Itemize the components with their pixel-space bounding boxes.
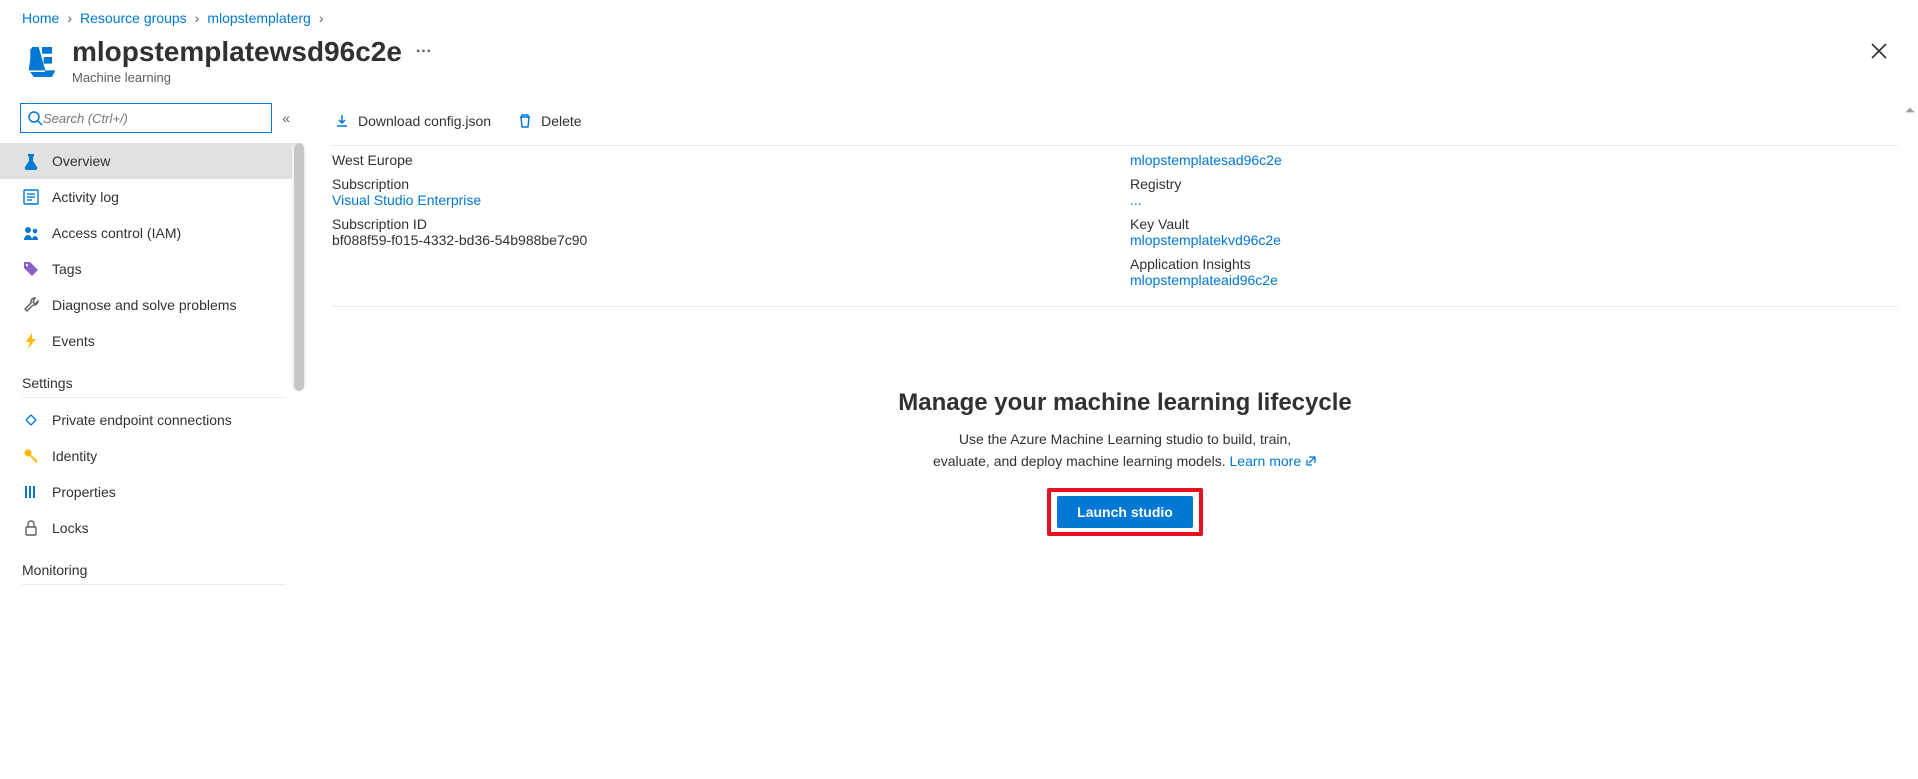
log-icon	[22, 188, 40, 206]
tag-icon	[22, 260, 40, 278]
promo-title: Manage your machine learning lifecycle	[332, 389, 1918, 417]
external-link-icon	[1305, 455, 1317, 467]
search-input[interactable]	[43, 111, 265, 126]
registry-link[interactable]: ...	[1130, 192, 1142, 208]
sidebar-item-label: Diagnose and solve problems	[52, 297, 236, 313]
launch-studio-promo: Manage your machine learning lifecycle U…	[332, 389, 1918, 536]
sidebar-heading-settings: Settings	[22, 375, 286, 398]
appinsights-link[interactable]: mlopstemplateaid96c2e	[1130, 272, 1278, 288]
properties-icon	[22, 483, 40, 501]
sidebar-item-label: Access control (IAM)	[52, 225, 181, 241]
endpoint-icon	[22, 411, 40, 429]
trash-icon	[517, 113, 533, 129]
download-config-button[interactable]: Download config.json	[332, 109, 493, 133]
toolbar-label: Delete	[541, 113, 581, 129]
sidebar-item-access-control[interactable]: Access control (IAM)	[0, 215, 302, 251]
breadcrumb: Home › Resource groups › mlopstemplaterg…	[0, 0, 1918, 32]
close-icon	[1870, 42, 1888, 60]
toolbar: Download config.json Delete	[332, 103, 1918, 145]
search-input-wrap[interactable]	[20, 103, 272, 133]
more-icon[interactable]: ···	[416, 43, 432, 61]
keyvault-label: Key Vault	[1130, 216, 1918, 232]
toolbar-label: Download config.json	[358, 113, 491, 129]
storage-link[interactable]: mlopstemplatesad96c2e	[1130, 152, 1282, 168]
page-title: mlopstemplatewsd96c2e	[72, 36, 402, 68]
learn-more-label: Learn more	[1230, 453, 1302, 469]
sidebar-item-label: Activity log	[52, 189, 119, 205]
sidebar-item-activity-log[interactable]: Activity log	[0, 179, 302, 215]
appinsights-label: Application Insights	[1130, 256, 1918, 272]
sidebar-item-properties[interactable]: Properties	[0, 474, 302, 510]
chevron-double-left-icon: «	[282, 110, 290, 126]
sidebar-item-label: Locks	[52, 520, 89, 536]
launch-studio-highlight: Launch studio	[1047, 488, 1203, 536]
sidebar: « Overview Activity log Access control (…	[0, 103, 302, 589]
resource-header: mlopstemplatewsd96c2e ··· Machine learni…	[0, 32, 1918, 103]
chevron-right-icon: ›	[319, 10, 324, 26]
sidebar-item-diagnose[interactable]: Diagnose and solve problems	[0, 287, 302, 323]
sidebar-item-private-endpoint[interactable]: Private endpoint connections	[0, 402, 302, 438]
sidebar-item-label: Events	[52, 333, 95, 349]
content-scroll-up[interactable]	[1904, 103, 1916, 115]
chevron-right-icon: ›	[67, 10, 72, 26]
collapse-sidebar-button[interactable]: «	[282, 110, 290, 126]
subscription-id-label: Subscription ID	[332, 216, 1120, 232]
sidebar-item-label: Overview	[52, 153, 110, 169]
essentials-panel: West Europe Subscription Visual Studio E…	[332, 146, 1918, 306]
people-icon	[22, 224, 40, 242]
subscription-label: Subscription	[332, 176, 1120, 192]
flask-icon	[22, 152, 40, 170]
resource-type-label: Machine learning	[72, 70, 1862, 85]
sidebar-item-identity[interactable]: Identity	[0, 438, 302, 474]
promo-desc-line2: evaluate, and deploy machine learning mo…	[933, 453, 1226, 469]
sidebar-item-label: Identity	[52, 448, 97, 464]
download-icon	[334, 113, 350, 129]
chevron-right-icon: ›	[195, 10, 200, 26]
subscription-link[interactable]: Visual Studio Enterprise	[332, 192, 481, 208]
key-icon	[22, 447, 40, 465]
breadcrumb-resource-groups[interactable]: Resource groups	[80, 10, 187, 26]
breadcrumb-rg-name[interactable]: mlopstemplaterg	[207, 10, 311, 26]
region-value: West Europe	[332, 152, 1120, 168]
learn-more-link[interactable]: Learn more	[1230, 453, 1317, 469]
delete-button[interactable]: Delete	[515, 109, 583, 133]
wrench-icon	[22, 296, 40, 314]
keyvault-link[interactable]: mlopstemplatekvd96c2e	[1130, 232, 1281, 248]
sidebar-heading-monitoring: Monitoring	[22, 562, 286, 585]
close-button[interactable]	[1862, 36, 1896, 70]
ml-workspace-icon	[22, 42, 62, 82]
lightning-icon	[22, 332, 40, 350]
sidebar-item-label: Tags	[52, 261, 82, 277]
main-content: Download config.json Delete West Europe …	[302, 103, 1918, 589]
subscription-id-value: bf088f59-f015-4332-bd36-54b988be7c90	[332, 232, 1120, 248]
registry-label: Registry	[1130, 176, 1918, 192]
launch-studio-button[interactable]: Launch studio	[1057, 496, 1193, 528]
lock-icon	[22, 519, 40, 537]
sidebar-item-locks[interactable]: Locks	[0, 510, 302, 546]
sidebar-item-tags[interactable]: Tags	[0, 251, 302, 287]
sidebar-item-overview[interactable]: Overview	[0, 143, 302, 179]
sidebar-item-label: Properties	[52, 484, 116, 500]
promo-desc-line1: Use the Azure Machine Learning studio to…	[959, 431, 1291, 447]
search-icon	[27, 110, 43, 126]
sidebar-item-label: Private endpoint connections	[52, 412, 232, 428]
sidebar-item-events[interactable]: Events	[0, 323, 302, 359]
breadcrumb-home[interactable]: Home	[22, 10, 59, 26]
